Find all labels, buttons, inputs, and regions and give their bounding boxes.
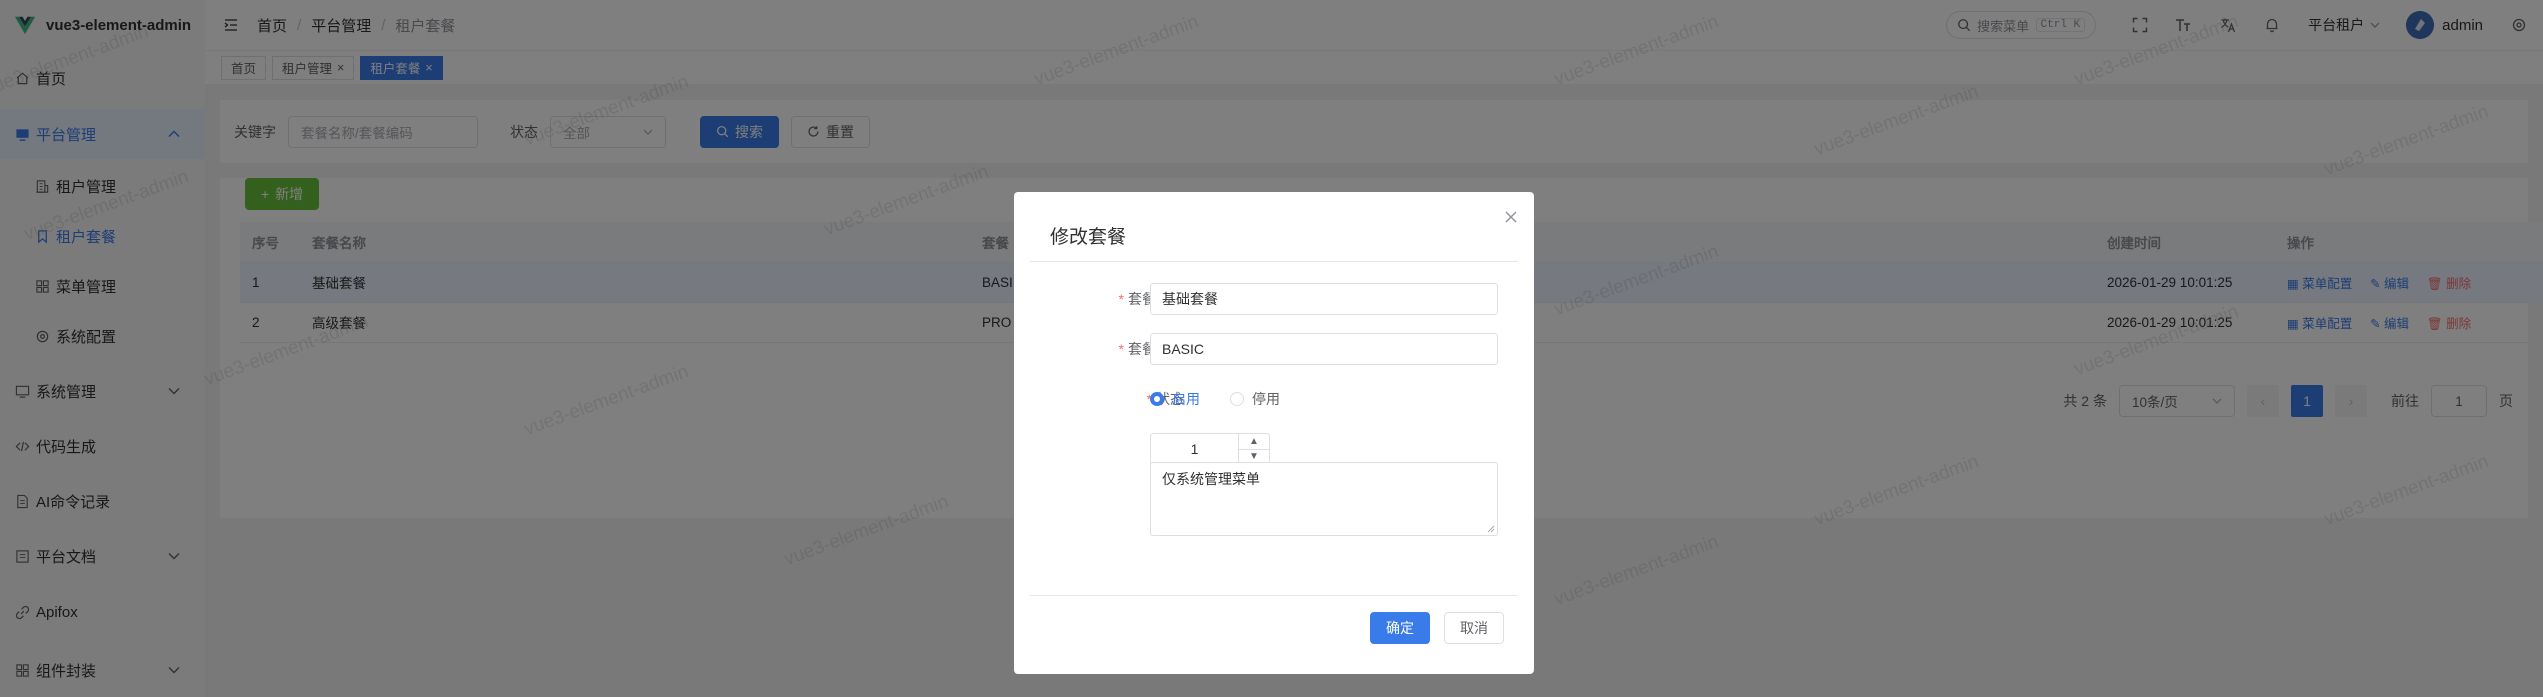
package-code-input[interactable]: BASIC bbox=[1150, 333, 1498, 365]
status-radio-group: 启用 停用 bbox=[1150, 389, 1310, 409]
cancel-button[interactable]: 取消 bbox=[1444, 612, 1504, 644]
close-icon[interactable] bbox=[1504, 210, 1518, 224]
radio-label: 启用 bbox=[1172, 391, 1200, 407]
package-name-value: 基础套餐 bbox=[1162, 291, 1218, 307]
package-code-value: BASIC bbox=[1162, 341, 1205, 357]
remark-value: 仅系统管理菜单 bbox=[1162, 471, 1260, 487]
radio-dot bbox=[1150, 392, 1164, 406]
increase-icon[interactable]: ▲ bbox=[1239, 434, 1269, 450]
form-row-status: *状态 启用 停用 bbox=[1014, 383, 1534, 415]
radio-dot bbox=[1230, 392, 1244, 406]
dialog-divider bbox=[1030, 261, 1518, 262]
dialog-title: 修改套餐 bbox=[1050, 227, 1127, 248]
dialog-divider bbox=[1030, 595, 1518, 596]
radio-label: 停用 bbox=[1252, 391, 1280, 407]
edit-package-dialog: 修改套餐 *套餐名称 基础套餐 *套餐编码 BASIC *状态 启用 停用 排序 bbox=[1014, 192, 1534, 674]
form-row-code: *套餐编码 BASIC bbox=[1014, 333, 1534, 365]
confirm-button[interactable]: 确定 bbox=[1370, 612, 1430, 644]
sort-value: 1 bbox=[1190, 441, 1199, 457]
confirm-button-label: 确定 bbox=[1386, 620, 1414, 636]
status-radio-enabled[interactable]: 启用 bbox=[1150, 389, 1200, 409]
remark-textarea[interactable]: 仅系统管理菜单 bbox=[1150, 462, 1498, 536]
form-row-remark: 备注 仅系统管理菜单 bbox=[1014, 462, 1534, 536]
stepper-controls: ▲ ▼ bbox=[1238, 434, 1269, 464]
resize-handle-icon[interactable] bbox=[1487, 525, 1495, 533]
form-row-name: *套餐名称 基础套餐 bbox=[1014, 283, 1534, 315]
sort-stepper[interactable]: 1 ▲ ▼ bbox=[1150, 433, 1270, 465]
dialog-footer: 确定 取消 bbox=[1370, 612, 1504, 644]
cancel-button-label: 取消 bbox=[1460, 620, 1488, 636]
form-row-sort: 排序 1 ▲ ▼ bbox=[1014, 433, 1534, 465]
package-name-input[interactable]: 基础套餐 bbox=[1150, 283, 1498, 315]
status-radio-disabled[interactable]: 停用 bbox=[1230, 389, 1280, 409]
